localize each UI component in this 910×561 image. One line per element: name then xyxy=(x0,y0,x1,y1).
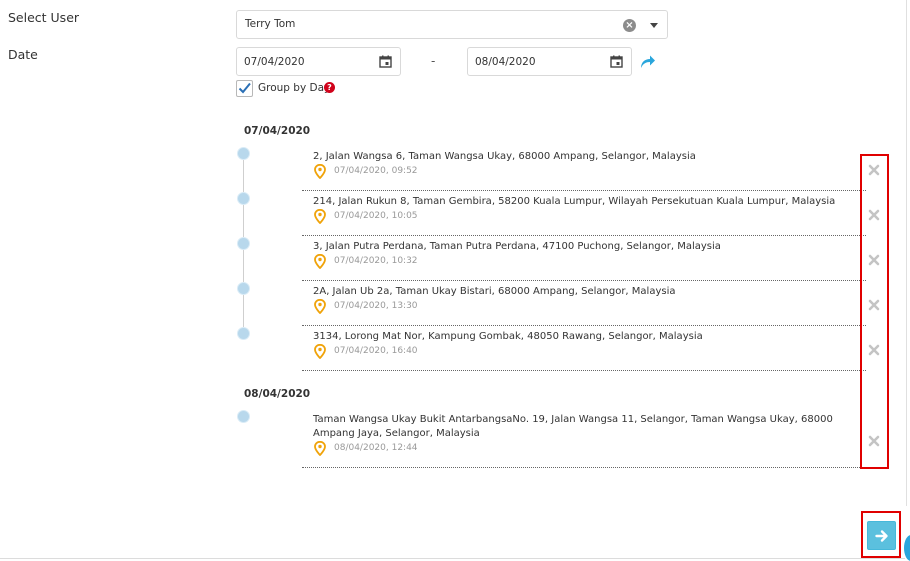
calendar-icon[interactable] xyxy=(379,55,392,68)
date-to-value: 08/04/2020 xyxy=(475,56,536,68)
x-icon[interactable] xyxy=(868,344,880,356)
entry-time: 07/04/2020, 10:05 xyxy=(334,211,418,221)
map-pin-icon xyxy=(314,209,326,224)
timeline-dot xyxy=(237,147,250,160)
list-item: 214, Jalan Rukun 8, Taman Gembira, 58200… xyxy=(302,195,866,236)
timeline-dot xyxy=(237,410,250,423)
clear-icon[interactable]: × xyxy=(623,19,636,32)
entry-address: 2A, Jalan Ub 2a, Taman Ukay Bistari, 680… xyxy=(313,286,676,297)
select-user-label: Select User xyxy=(8,10,80,25)
map-pin-icon xyxy=(314,344,326,359)
right-divider xyxy=(906,0,907,506)
list-item: 2, Jalan Wangsa 6, Taman Wangsa Ukay, 68… xyxy=(302,150,866,191)
entry-address: 3, Jalan Putra Perdana, Taman Putra Perd… xyxy=(313,241,721,252)
question-circle-icon[interactable]: ? xyxy=(324,82,335,93)
date-separator: - xyxy=(431,54,436,68)
date-from-input[interactable]: 07/04/2020 xyxy=(236,47,401,76)
day-header: 08/04/2020 xyxy=(244,388,311,400)
list-item: 2A, Jalan Ub 2a, Taman Ukay Bistari, 680… xyxy=(302,285,866,326)
timeline-dot xyxy=(237,237,250,250)
x-icon[interactable] xyxy=(868,164,880,176)
date-label: Date xyxy=(8,47,38,62)
date-from-value: 07/04/2020 xyxy=(244,56,305,68)
group-by-day-label: Group by Day xyxy=(258,82,331,94)
redo-arrow-icon[interactable] xyxy=(639,54,656,69)
group-by-day-checkbox[interactable] xyxy=(236,80,253,97)
timeline-dot xyxy=(237,327,250,340)
entry-address: Taman Wangsa Ukay Bukit AntarbangsaNo. 1… xyxy=(313,414,833,439)
x-icon[interactable] xyxy=(868,435,880,447)
date-to-input[interactable]: 08/04/2020 xyxy=(467,47,632,76)
x-icon[interactable] xyxy=(868,209,880,221)
map-pin-icon xyxy=(314,164,326,179)
list-item: 3, Jalan Putra Perdana, Taman Putra Perd… xyxy=(302,240,866,281)
entry-time: 07/04/2020, 13:30 xyxy=(334,301,418,311)
x-icon[interactable] xyxy=(868,254,880,266)
user-select[interactable]: Terry Tom × xyxy=(236,10,668,39)
entry-address: 3134, Lorong Mat Nor, Kampung Gombak, 48… xyxy=(313,331,703,342)
caret-down-icon[interactable] xyxy=(650,23,658,28)
map-pin-icon xyxy=(314,299,326,314)
timeline-dot xyxy=(237,282,250,295)
list-item: Taman Wangsa Ukay Bukit AntarbangsaNo. 1… xyxy=(302,413,866,468)
calendar-icon[interactable] xyxy=(610,55,623,68)
entry-address: 214, Jalan Rukun 8, Taman Gembira, 58200… xyxy=(313,196,836,207)
entry-address: 2, Jalan Wangsa 6, Taman Wangsa Ukay, 68… xyxy=(313,151,696,162)
checkmark-icon xyxy=(238,82,251,94)
entry-time: 07/04/2020, 09:52 xyxy=(334,166,418,176)
map-pin-icon xyxy=(314,441,326,456)
entry-time: 08/04/2020, 12:44 xyxy=(334,443,418,453)
delete-column-highlight xyxy=(860,154,889,469)
x-icon[interactable] xyxy=(868,299,880,311)
entry-time: 07/04/2020, 10:32 xyxy=(334,256,418,266)
entry-time: 07/04/2020, 16:40 xyxy=(334,346,418,356)
arrow-right-icon xyxy=(875,530,888,542)
timeline-dot xyxy=(237,192,250,205)
next-button[interactable] xyxy=(867,521,896,550)
day-header: 07/04/2020 xyxy=(244,125,311,137)
bottom-divider xyxy=(0,558,905,559)
map-pin-icon xyxy=(314,254,326,269)
list-item: 3134, Lorong Mat Nor, Kampung Gombak, 48… xyxy=(302,330,866,371)
selected-user-value: Terry Tom xyxy=(245,18,296,30)
